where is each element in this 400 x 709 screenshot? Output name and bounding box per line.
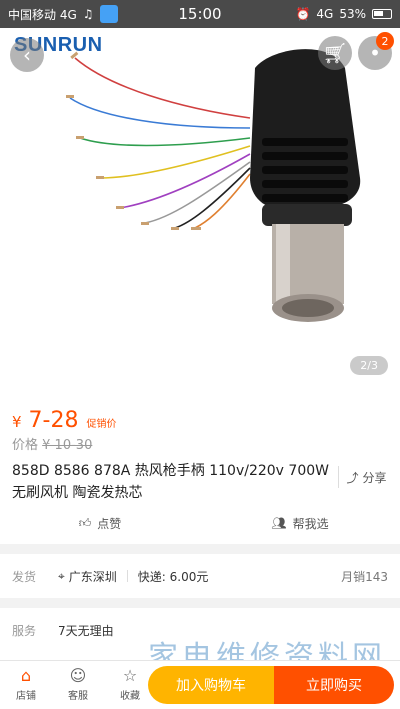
service-label: 服务 (12, 623, 37, 638)
customer-service-label: 客服 (68, 691, 88, 702)
cart-button[interactable]: 🛒︎ (318, 36, 352, 70)
bottom-action-bar: ⌂ 店铺 ☺ 客服 ☆ 收藏 加入购物车 立即购买 (0, 660, 400, 709)
buy-now-button[interactable]: 立即购买 (274, 666, 394, 704)
image-page-indicator: 2/3 (350, 356, 388, 375)
thumbs-up-icon: 👍︎ (78, 515, 92, 530)
battery-icon (372, 9, 392, 19)
location-pin-icon: ⌖ (58, 568, 65, 583)
shop-tab[interactable]: ⌂ 店铺 (0, 666, 52, 703)
original-price: 价格 ¥ 10-30 (12, 434, 92, 453)
shop-icon: ⌂ (20, 666, 32, 685)
share-icon: ⤴ (346, 470, 359, 485)
original-price-value: ¥ 10-30 (42, 438, 93, 453)
star-icon: ☆ (122, 666, 138, 685)
chevron-left-icon: ‹ (23, 43, 31, 67)
promo-tag: 促销价 (86, 419, 117, 430)
service-value: 7天无理由 (58, 623, 114, 638)
price-row: ¥ 7-28 促销价 (12, 408, 116, 433)
price-value: 7-28 (28, 408, 79, 433)
action-row: 👍︎ 点赞 👥︎ 帮我选 (0, 508, 400, 538)
carrier-text: 中国移动 4G (8, 7, 77, 22)
like-button[interactable]: 👍︎ 点赞 (0, 508, 200, 538)
music-icon: ♫ (82, 7, 94, 21)
product-title: 858D 8586 878A 热风枪手柄 110v/220v 700W无刷风机 … (12, 463, 329, 501)
like-label: 点赞 (97, 516, 122, 531)
section-divider (0, 544, 400, 554)
product-image (66, 49, 361, 322)
service-row[interactable]: 服务 7天无理由 (0, 610, 400, 650)
back-button[interactable]: ‹ (10, 38, 44, 72)
shipping-fee: 快递: 6.00元 (137, 569, 209, 584)
battery-text: 53% (339, 7, 366, 21)
help-choose-label: 帮我选 (292, 516, 329, 531)
people-icon: 👥︎ (271, 516, 287, 530)
shipping-row: 发货 ⌖ 广东深圳 快递: 6.00元 月销143 (0, 556, 400, 596)
original-price-label: 价格 (12, 438, 39, 453)
current-price: ¥ 7-28 (12, 408, 78, 433)
monthly-sales: 月销143 (341, 569, 388, 584)
share-label: 分享 (362, 470, 387, 485)
section-divider (0, 598, 400, 608)
status-bar: 中国移动 4G ♫ 15:00 ⏰ 4G 53% (0, 0, 400, 28)
alarm-icon: ⏰ (295, 7, 311, 21)
cart-icon: 🛒︎ (322, 41, 348, 65)
chat-icon: ☺ (69, 666, 87, 685)
shipping-label: 发货 (12, 569, 37, 584)
favorite-label: 收藏 (120, 691, 140, 702)
network-text: 4G (316, 7, 334, 21)
add-to-cart-button[interactable]: 加入购物车 (148, 666, 274, 704)
shipping-location-text: 广东深圳 (68, 569, 117, 584)
shop-label: 店铺 (16, 691, 36, 702)
app-notification-icon (99, 5, 118, 23)
price-symbol: ¥ (12, 413, 22, 431)
share-button[interactable]: ⤴ 分享 (338, 466, 394, 488)
customer-service-tab[interactable]: ☺ 客服 (52, 666, 104, 703)
notification-badge: 2 (376, 32, 394, 50)
shipping-location: ⌖ 广东深圳 (58, 568, 117, 585)
product-page: 中国移动 4G ♫ 15:00 ⏰ 4G 53% SUNRUN ‹ 🛒︎ • 2… (0, 0, 400, 709)
separator (126, 570, 128, 582)
more-button[interactable]: • 2 (358, 32, 394, 70)
help-choose-button[interactable]: 👥︎ 帮我选 (200, 508, 400, 538)
product-image-carousel[interactable]: SUNRUN ‹ 🛒︎ • 2 2/3 (0, 28, 400, 390)
